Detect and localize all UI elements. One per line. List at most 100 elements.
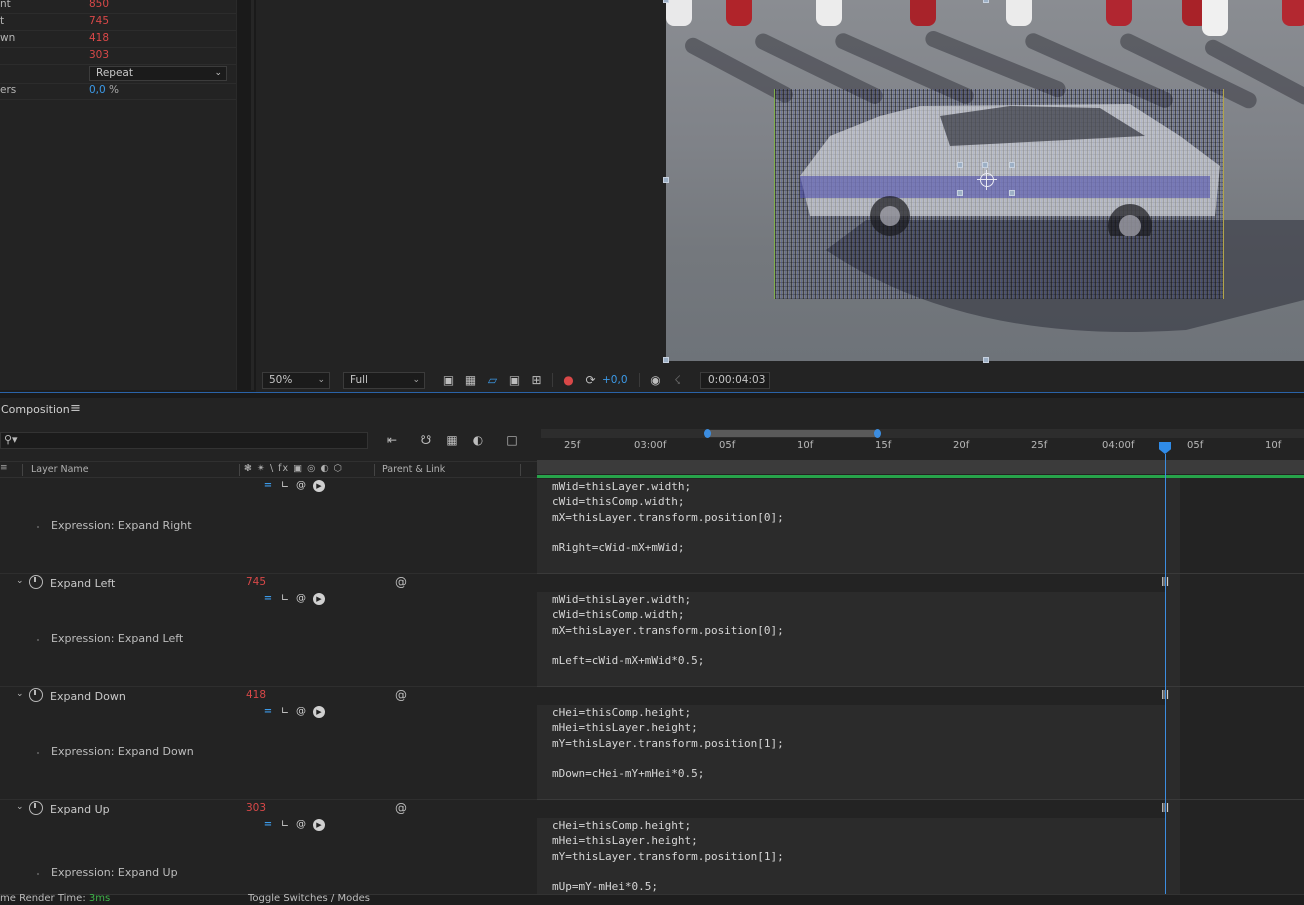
composition-mini-flowchart-icon[interactable]: ⇤ bbox=[384, 433, 400, 447]
pick-whip-icon[interactable]: @ bbox=[295, 706, 307, 718]
expression-language-menu-icon[interactable]: ▶ bbox=[313, 480, 325, 492]
column-separator bbox=[22, 464, 23, 476]
twirl-down-icon[interactable]: ⌄ bbox=[16, 576, 24, 586]
zoom-select[interactable]: 50% ⌄ bbox=[262, 372, 330, 389]
column-layer-name[interactable]: Layer Name bbox=[31, 464, 89, 475]
column-switches[interactable]: ❃ ✴ \ fx ▣ ◎ ◐ ⬡ bbox=[244, 463, 343, 474]
mask-visibility-icon[interactable]: ▱ bbox=[485, 373, 500, 387]
effect-value-expand-up[interactable]: 303 bbox=[89, 49, 109, 61]
expression-label: Expression: Expand Down bbox=[51, 745, 194, 758]
tree-connector bbox=[37, 526, 39, 528]
transparency-grid-icon[interactable]: ▦ bbox=[463, 373, 478, 387]
property-row-expand-down[interactable]: ⌄ Expand Down 418 @ bbox=[0, 688, 537, 705]
time-navigator-bar[interactable] bbox=[541, 429, 1304, 438]
effect-value-expand-right[interactable]: 850 bbox=[89, 0, 109, 10]
motion-blur-icon[interactable]: ◐ bbox=[470, 433, 486, 447]
layer-handle[interactable] bbox=[982, 162, 988, 168]
show-snapshot-icon[interactable]: ☇ bbox=[670, 373, 685, 387]
property-value[interactable]: 303 bbox=[246, 802, 266, 814]
row-separator bbox=[537, 799, 1304, 800]
expression-language-menu-icon[interactable]: ▶ bbox=[313, 706, 325, 718]
grid-guides-icon[interactable]: ⊞ bbox=[529, 373, 544, 387]
ruler-label: 05f bbox=[1187, 440, 1204, 451]
row-separator bbox=[537, 573, 1304, 574]
anchor-point-icon[interactable] bbox=[977, 170, 997, 190]
property-value[interactable]: 418 bbox=[246, 689, 266, 701]
ruler-label: 25f bbox=[564, 440, 581, 451]
timeline-status-bar: me Render Time: 3ms Toggle Switches / Mo… bbox=[0, 893, 1304, 905]
pick-whip-icon[interactable]: @ bbox=[295, 593, 307, 605]
stopwatch-icon[interactable] bbox=[29, 688, 43, 702]
property-value[interactable]: 745 bbox=[246, 576, 266, 588]
graph-icon[interactable]: ∟ bbox=[279, 480, 291, 492]
current-time-indicator-line[interactable] bbox=[1165, 454, 1166, 905]
pick-whip-icon[interactable]: @ bbox=[295, 819, 307, 831]
property-row-expand-up[interactable]: ⌄ Expand Up 303 @ bbox=[0, 801, 537, 818]
search-icon: ⚲▾ bbox=[4, 433, 18, 446]
comp-handle[interactable] bbox=[663, 0, 669, 3]
expression-code[interactable]: cHei=thisComp.height; mHei=thisLayer.hei… bbox=[552, 818, 784, 894]
region-of-interest-icon[interactable]: ▣ bbox=[507, 373, 522, 387]
timeline-tab-title[interactable]: Composition bbox=[1, 403, 70, 416]
panel-divider[interactable] bbox=[236, 0, 256, 390]
work-area-bar[interactable] bbox=[537, 460, 1304, 474]
panel-menu-icon[interactable]: ≡ bbox=[70, 401, 81, 416]
edge-mode-select[interactable]: Repeat ⌄ bbox=[89, 66, 227, 81]
frame-blending-icon[interactable]: ▦ bbox=[444, 433, 460, 447]
current-time-display[interactable]: 0:00:04:03 bbox=[700, 372, 770, 389]
effect-row-label: t bbox=[0, 15, 5, 27]
fast-previews-icon[interactable]: ▣ bbox=[441, 373, 456, 387]
twirl-down-icon[interactable]: ⌄ bbox=[16, 802, 24, 812]
effect-row-percent: ers 0,0 % bbox=[0, 83, 236, 100]
row-separator bbox=[0, 686, 537, 687]
expression-enable-icon[interactable]: = bbox=[262, 593, 274, 605]
stopwatch-icon[interactable] bbox=[29, 575, 43, 589]
expression-enable-icon[interactable]: = bbox=[262, 819, 274, 831]
pick-whip-icon[interactable]: @ bbox=[395, 575, 407, 589]
twirl-down-icon[interactable]: ⌄ bbox=[16, 689, 24, 699]
expression-enable-icon[interactable]: = bbox=[262, 706, 274, 718]
pick-whip-icon[interactable]: @ bbox=[395, 801, 407, 815]
expression-enable-icon[interactable]: = bbox=[262, 480, 274, 492]
effect-value-expand-left[interactable]: 745 bbox=[89, 15, 109, 27]
property-row-expand-left[interactable]: ⌄ Expand Left 745 @ bbox=[0, 575, 537, 592]
zoom-value: 50% bbox=[269, 374, 293, 386]
column-separator bbox=[239, 464, 240, 476]
layer-handle[interactable] bbox=[1009, 190, 1015, 196]
expression-code[interactable]: mWid=thisLayer.width; cWid=thisComp.widt… bbox=[552, 479, 784, 555]
comp-handle[interactable] bbox=[983, 0, 989, 3]
effect-value-percent[interactable]: 0,0 % bbox=[89, 84, 119, 96]
expression-code[interactable]: cHei=thisComp.height; mHei=thisLayer.hei… bbox=[552, 705, 784, 781]
comp-handle[interactable] bbox=[663, 177, 669, 183]
draft-3d-icon[interactable]: ☋ bbox=[418, 433, 434, 447]
graph-icon[interactable]: ∟ bbox=[279, 593, 291, 605]
layer-search-input[interactable]: ⚲▾ bbox=[0, 432, 368, 449]
graph-icon[interactable]: ∟ bbox=[279, 819, 291, 831]
expression-controls: = ∟ @ ▶ bbox=[262, 593, 332, 607]
time-navigator-thumb[interactable] bbox=[704, 429, 881, 438]
pick-whip-icon[interactable]: @ bbox=[395, 688, 407, 702]
layer-handle[interactable] bbox=[957, 162, 963, 168]
graph-editor-icon[interactable]: □ bbox=[504, 433, 520, 447]
layer-handle[interactable] bbox=[957, 190, 963, 196]
camera-snapshot-icon[interactable]: ◉ bbox=[648, 373, 663, 387]
expression-language-menu-icon[interactable]: ▶ bbox=[313, 819, 325, 831]
reset-exposure-icon[interactable]: ⟳ bbox=[583, 373, 598, 387]
effect-controls-panel: nt 850 t 745 wn 418 303 Repeat ⌄ ers 0,0… bbox=[0, 0, 236, 390]
resolution-select[interactable]: Full ⌄ bbox=[343, 372, 425, 389]
comp-handle[interactable] bbox=[983, 357, 989, 363]
exposure-value[interactable]: +0,0 bbox=[602, 374, 628, 386]
effect-value-expand-down[interactable]: 418 bbox=[89, 32, 109, 44]
stopwatch-icon[interactable] bbox=[29, 801, 43, 815]
pick-whip-icon[interactable]: @ bbox=[295, 480, 307, 492]
composition-frame[interactable] bbox=[666, 0, 1304, 361]
column-parent-link[interactable]: Parent & Link bbox=[382, 464, 445, 475]
expression-code[interactable]: mWid=thisLayer.width; cWid=thisComp.widt… bbox=[552, 592, 784, 668]
comp-handle[interactable] bbox=[663, 357, 669, 363]
color-channels-icon[interactable]: ● bbox=[561, 373, 576, 387]
layer-handle[interactable] bbox=[1009, 162, 1015, 168]
graph-icon[interactable]: ∟ bbox=[279, 706, 291, 718]
toggle-switches-modes-button[interactable]: Toggle Switches / Modes bbox=[248, 893, 370, 904]
expression-language-menu-icon[interactable]: ▶ bbox=[313, 593, 325, 605]
ruler-label: 10f bbox=[1265, 440, 1282, 451]
